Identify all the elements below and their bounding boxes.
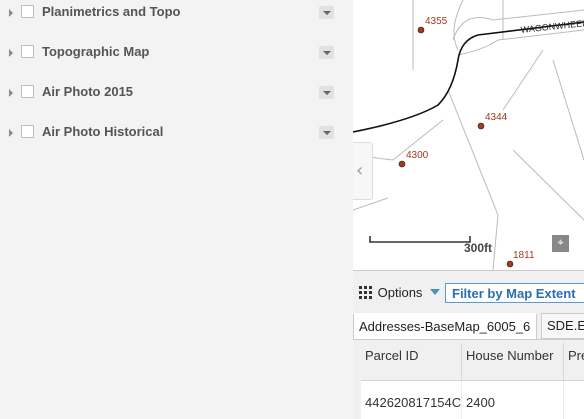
address-label: 4344 — [485, 112, 508, 123]
filter-by-map-extent-button[interactable]: Filter by Map Extent — [445, 283, 584, 303]
expand-arrow-icon[interactable] — [9, 89, 13, 97]
address-point[interactable]: 4300 — [398, 150, 429, 168]
address-point[interactable]: 4344 — [477, 112, 508, 130]
layer-menu-dropdown-icon[interactable] — [319, 126, 334, 139]
layer-label: Air Photo Historical — [42, 124, 164, 139]
column-header-pre[interactable]: Pre — [564, 343, 584, 381]
layer-item-air-photo-2015[interactable]: Air Photo 2015 — [0, 80, 353, 106]
layer-item-planimetrics[interactable]: Planimetrics and Topo — [0, 0, 353, 26]
parcel-line — [502, 49, 544, 111]
tab-addresses-basemap[interactable]: Addresses-BaseMap_6005_6 — [353, 313, 537, 339]
locate-icon[interactable]: ⌖ — [552, 235, 569, 252]
tab-sde[interactable]: SDE.E — [541, 313, 584, 339]
table-cell[interactable]: 442620817154C — [361, 381, 462, 419]
parcel-line — [552, 59, 584, 161]
attribute-table-toolbar: Options Filter by Map Extent — [353, 281, 584, 305]
column-header-house-number[interactable]: House Number — [462, 343, 564, 381]
layer-item-topographic-map[interactable]: Topographic Map — [0, 40, 353, 66]
attribute-table-tabs: Addresses-BaseMap_6005_6 SDE.E — [353, 311, 584, 340]
address-point[interactable]: 4355 — [417, 16, 448, 34]
table-cell[interactable] — [564, 381, 584, 419]
attribute-grid: Parcel ID House Number Pre 442620817154C… — [361, 343, 584, 419]
address-point[interactable]: 1811 — [506, 250, 535, 268]
layer-menu-dropdown-icon[interactable] — [319, 6, 334, 19]
scale-bar — [369, 236, 471, 243]
map-canvas: WAGONWHEEL 4355 4344 4300 1811 — [353, 0, 584, 270]
table-cell[interactable]: 2400 — [462, 381, 564, 419]
road-wagonwheel — [353, 21, 584, 133]
address-label: 4300 — [406, 150, 429, 161]
address-label: 1811 — [513, 250, 535, 261]
expand-arrow-icon[interactable] — [9, 9, 13, 17]
layer-label: Topographic Map — [42, 44, 150, 59]
expand-arrow-icon[interactable] — [9, 49, 13, 57]
parcel-line — [512, 149, 584, 221]
layer-menu-dropdown-icon[interactable] — [319, 86, 334, 99]
grid-icon — [359, 286, 372, 299]
layer-menu-dropdown-icon[interactable] — [319, 46, 334, 59]
chevron-left-icon: ‹ — [356, 160, 364, 181]
expand-arrow-icon[interactable] — [9, 129, 13, 137]
caret-down-icon — [430, 289, 441, 295]
scale-bar-label: 300ft — [464, 241, 493, 255]
road-label: WAGONWHEEL — [520, 18, 584, 35]
layer-checkbox[interactable] — [21, 45, 34, 58]
collapse-panel-button[interactable]: ‹ — [353, 142, 373, 200]
layer-list-panel: Planimetrics and Topo Topographic Map Ai… — [0, 0, 353, 418]
map-view[interactable]: WAGONWHEEL 4355 4344 4300 1811 — [353, 0, 584, 270]
options-button[interactable]: Options — [359, 285, 441, 303]
address-label: 4355 — [425, 16, 448, 27]
layer-label: Planimetrics and Topo — [42, 4, 181, 19]
layer-checkbox[interactable] — [21, 5, 34, 18]
column-header-parcel-id[interactable]: Parcel ID — [361, 343, 462, 381]
layer-label: Air Photo 2015 — [42, 84, 134, 99]
options-label: Options — [377, 285, 423, 300]
layer-checkbox[interactable] — [21, 125, 34, 138]
layer-checkbox[interactable] — [21, 85, 34, 98]
layer-item-air-photo-historical[interactable]: Air Photo Historical — [0, 120, 353, 146]
attribute-table-panel: Options Filter by Map Extent Addresses-B… — [353, 270, 584, 419]
